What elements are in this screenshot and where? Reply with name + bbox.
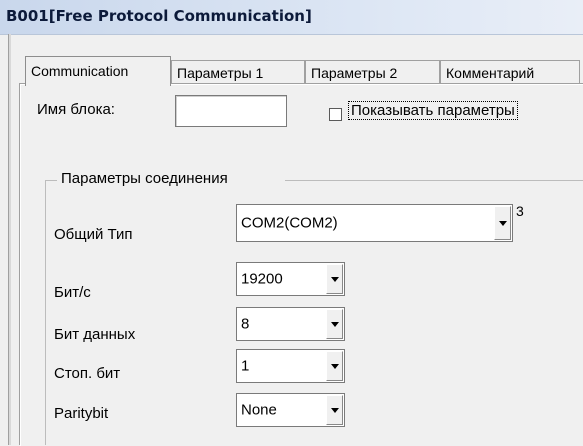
connection-group-label: Параметры соединения xyxy=(61,170,228,187)
group-border-top-left xyxy=(45,180,57,181)
block-name-label: Имя блока: xyxy=(37,101,115,118)
tab-label: Параметры 2 xyxy=(311,65,398,81)
tab-parameters-2[interactable]: Параметры 2 xyxy=(305,60,440,86)
stop-bits-value: 1 xyxy=(241,357,250,375)
baud-label: Бит/с xyxy=(54,284,91,301)
tab-label: Параметры 1 xyxy=(177,65,264,81)
chevron-down-icon[interactable] xyxy=(326,395,343,425)
chevron-down-icon[interactable] xyxy=(326,351,343,381)
title-bar: B001[Free Protocol Communication] xyxy=(0,0,583,35)
general-type-select[interactable]: COM2(COM2) xyxy=(236,204,513,242)
tab-parameters-1[interactable]: Параметры 1 xyxy=(171,60,305,86)
baud-select[interactable]: 19200 xyxy=(236,262,345,296)
general-type-suffix: 3 xyxy=(516,203,524,219)
show-parameters-checkbox[interactable] xyxy=(329,108,342,121)
general-type-value: COM2(COM2) xyxy=(241,214,338,232)
general-type-label: Общий Тип xyxy=(54,226,133,243)
baud-value: 19200 xyxy=(241,270,283,288)
chevron-down-icon[interactable] xyxy=(326,309,343,339)
group-border-left xyxy=(45,180,46,445)
chevron-down-icon[interactable] xyxy=(494,206,511,240)
stop-bits-select[interactable]: 1 xyxy=(236,349,345,383)
group-border-top-right xyxy=(285,180,583,181)
stop-bits-label: Стоп. бит xyxy=(54,365,121,382)
data-bits-label: Бит данных xyxy=(54,326,136,343)
show-parameters-label[interactable]: Показывать параметры xyxy=(348,101,518,120)
tab-label: Комментарий xyxy=(446,65,535,81)
window-title: B001[Free Protocol Communication] xyxy=(6,7,312,25)
data-bits-value: 8 xyxy=(241,315,250,333)
tab-comment[interactable]: Комментарий xyxy=(440,60,580,86)
chevron-down-icon[interactable] xyxy=(326,264,343,294)
data-bits-select[interactable]: 8 xyxy=(236,307,345,341)
parity-label: Paritybit xyxy=(54,405,109,422)
tab-communication[interactable]: Communication xyxy=(25,56,171,86)
parity-value: None xyxy=(241,401,277,419)
tab-label: Communication xyxy=(31,63,129,79)
parity-select[interactable]: None xyxy=(236,393,345,427)
dialog-frame-edge xyxy=(8,34,11,445)
block-name-input[interactable] xyxy=(175,95,287,127)
